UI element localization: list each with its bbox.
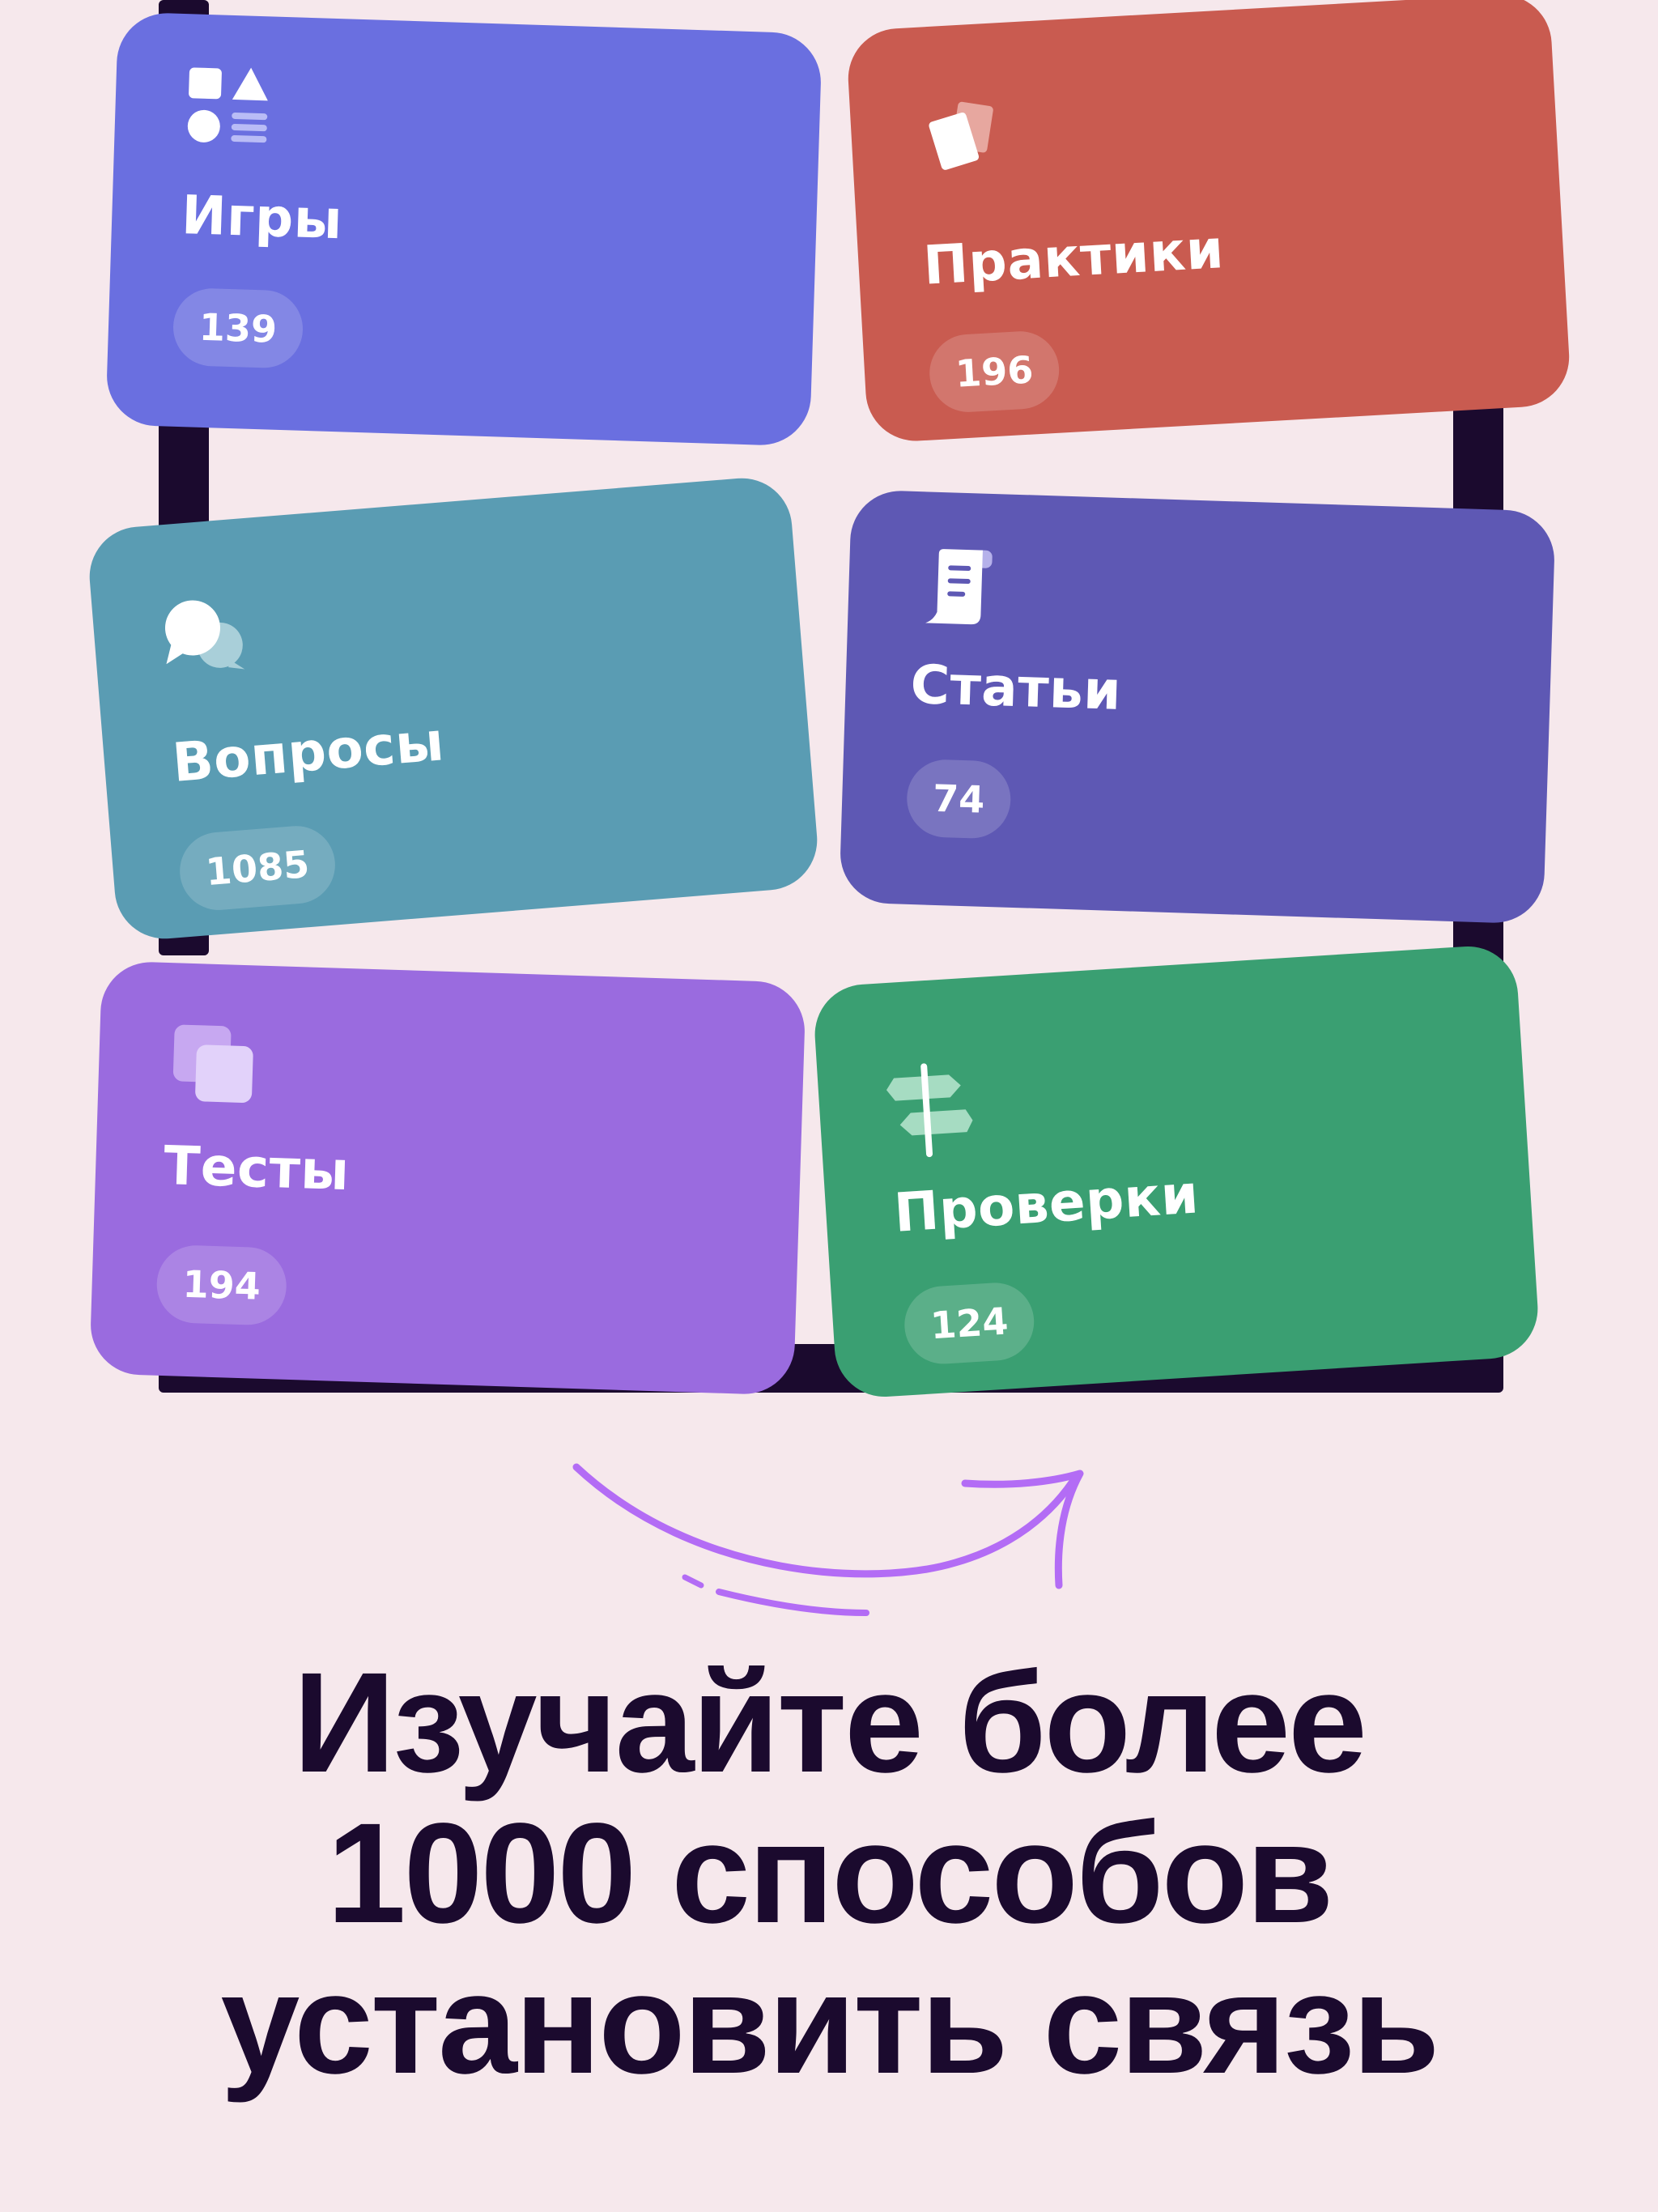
headline: Изучайте более 1000 способов установить … (0, 1648, 1658, 2099)
promo-screen: Игры 139 Практики 196 Вопросы 1085 Стать… (0, 0, 1658, 2212)
headline-line-1: Изучайте более (293, 1644, 1367, 1802)
headline-line-3: установить связь (220, 1945, 1439, 2104)
headline-line-2: 1000 способов (326, 1794, 1334, 1953)
